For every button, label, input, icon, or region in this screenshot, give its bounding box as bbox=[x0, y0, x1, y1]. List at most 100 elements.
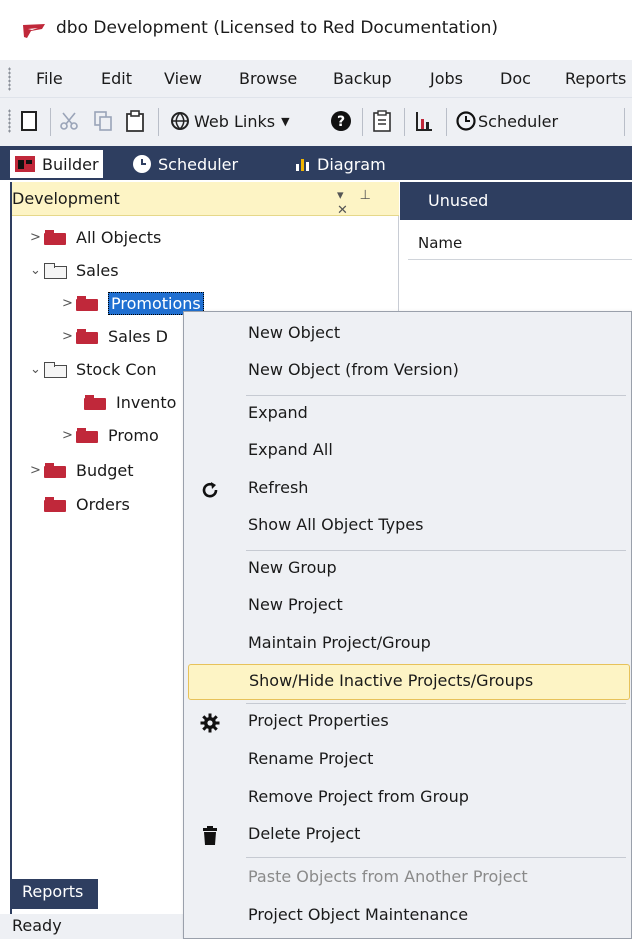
reports-tab[interactable]: Reports bbox=[12, 879, 98, 909]
folder-icon bbox=[84, 394, 106, 410]
menu-jobs[interactable]: Jobs bbox=[430, 69, 463, 88]
menu-item-refresh[interactable]: Refresh bbox=[188, 472, 628, 506]
menu-item-new-project[interactable]: New Project bbox=[188, 589, 628, 623]
menu-item-project-object-maintenance[interactable]: Project Object Maintenance bbox=[188, 899, 628, 933]
menu-item-delete-project[interactable]: Delete Project bbox=[188, 818, 628, 852]
menu-item-new-group[interactable]: New Group bbox=[188, 552, 628, 586]
menu-item-label: Project Properties bbox=[248, 711, 389, 730]
tree-item-inventory[interactable]: Invento bbox=[84, 387, 176, 417]
menu-item-expand[interactable]: Expand bbox=[188, 397, 628, 431]
web-links-button[interactable]: Web Links ▼ bbox=[170, 106, 290, 136]
scissors-icon bbox=[60, 112, 78, 130]
menu-item-new-object-from-version[interactable]: New Object (from Version) bbox=[188, 354, 628, 388]
menu-file[interactable]: File bbox=[36, 69, 63, 88]
tree-item-sales[interactable]: ⌄ Sales bbox=[30, 255, 119, 285]
diagram-chart-icon bbox=[296, 159, 309, 171]
chevron-right-icon[interactable]: > bbox=[30, 463, 44, 478]
panel-window-buttons[interactable]: ▾ ⊥ ✕ bbox=[337, 188, 399, 218]
menu-item-expand-all[interactable]: Expand All bbox=[188, 434, 628, 468]
menu-item-label: New Object bbox=[248, 323, 341, 342]
globe-icon bbox=[171, 112, 189, 130]
folder-icon bbox=[44, 462, 66, 478]
name-column-header[interactable]: Name bbox=[408, 230, 632, 260]
menu-item-project-properties[interactable]: Project Properties bbox=[188, 705, 628, 739]
panel-title: Development bbox=[12, 189, 120, 208]
help-icon: ? bbox=[331, 111, 351, 131]
chevron-down-icon[interactable]: ⌄ bbox=[30, 362, 44, 377]
folder-icon bbox=[76, 295, 98, 311]
menu-item-label: Refresh bbox=[248, 478, 309, 497]
tree-item-orders[interactable]: Orders bbox=[44, 489, 130, 519]
menu-item-label: Expand bbox=[248, 403, 308, 422]
toolbar-separator bbox=[158, 108, 159, 136]
menu-item-paste-objects[interactable]: Paste Objects from Another Project bbox=[188, 861, 628, 895]
menu-item-label: Remove Project from Group bbox=[248, 787, 469, 806]
menu-item-rename-project[interactable]: Rename Project bbox=[188, 743, 628, 777]
new-document-button[interactable] bbox=[20, 106, 38, 136]
bar-chart-icon bbox=[416, 112, 432, 131]
menu-item-label: Rename Project bbox=[248, 749, 374, 768]
toolbar-separator bbox=[624, 108, 625, 136]
menu-item-label: New Project bbox=[248, 595, 343, 614]
clipboard-list-button[interactable] bbox=[372, 106, 392, 136]
menu-edit[interactable]: Edit bbox=[101, 69, 132, 88]
unused-panel-header: Unused bbox=[400, 182, 632, 220]
menu-item-remove-project-from-group[interactable]: Remove Project from Group bbox=[188, 781, 628, 815]
tree-item-promo[interactable]: > Promo bbox=[62, 420, 159, 450]
tab-scheduler[interactable]: Scheduler bbox=[132, 150, 238, 178]
scheduler-toolbar-button[interactable]: Scheduler bbox=[456, 106, 558, 136]
tree-item-stock-control[interactable]: ⌄ Stock Con bbox=[30, 354, 156, 384]
menu-doc[interactable]: Doc bbox=[500, 69, 531, 88]
scheduler-label: Scheduler bbox=[478, 111, 559, 131]
dropdown-arrow-icon: ▼ bbox=[281, 114, 290, 128]
help-button[interactable]: ? bbox=[330, 106, 352, 136]
menu-item-label: Delete Project bbox=[248, 824, 361, 843]
chevron-right-icon[interactable]: > bbox=[62, 296, 76, 311]
menu-item-new-object[interactable]: New Object bbox=[188, 317, 628, 351]
folder-icon bbox=[44, 229, 66, 245]
context-menu: New Object New Object (from Version) Exp… bbox=[183, 311, 632, 939]
clipboard-icon bbox=[126, 110, 144, 132]
menu-view[interactable]: View bbox=[164, 69, 202, 88]
copy-button[interactable] bbox=[92, 106, 114, 136]
menu-item-label: New Group bbox=[248, 558, 337, 577]
tree-item-all-objects[interactable]: > All Objects bbox=[30, 222, 161, 252]
status-text: Ready bbox=[12, 916, 62, 935]
chevron-down-icon[interactable]: ⌄ bbox=[30, 263, 44, 278]
menu-item-maintain-project-group[interactable]: Maintain Project/Group bbox=[188, 627, 628, 661]
chart-button[interactable] bbox=[414, 106, 434, 136]
menu-item-label: New Object (from Version) bbox=[248, 360, 459, 379]
menu-item-show-all-object-types[interactable]: Show All Object Types bbox=[188, 509, 628, 543]
toolbar-grip-icon[interactable] bbox=[8, 109, 11, 133]
menu-reports[interactable]: Reports bbox=[565, 69, 626, 88]
tree-item-label: Stock Con bbox=[76, 359, 157, 379]
clock-icon bbox=[456, 111, 476, 131]
folder-open-icon bbox=[44, 361, 67, 378]
tab-builder-label: Builder bbox=[42, 154, 99, 174]
menu-item-label: Maintain Project/Group bbox=[248, 633, 431, 652]
paste-button[interactable] bbox=[124, 106, 146, 136]
tab-builder[interactable]: Builder bbox=[10, 150, 103, 178]
menu-item-show-hide-inactive[interactable]: Show/Hide Inactive Projects/Groups bbox=[188, 664, 630, 700]
gear-icon bbox=[197, 711, 223, 735]
chevron-right-icon[interactable]: > bbox=[62, 329, 76, 344]
tab-scheduler-label: Scheduler bbox=[158, 154, 239, 174]
chevron-right-icon[interactable]: > bbox=[30, 230, 44, 245]
tree-item-budget[interactable]: > Budget bbox=[30, 455, 134, 485]
folder-open-icon bbox=[44, 262, 67, 279]
toolbar: Web Links ▼ ? Scheduler bbox=[0, 98, 632, 146]
menu-backup[interactable]: Backup bbox=[333, 69, 392, 88]
tree-item-sales-d[interactable]: > Sales D bbox=[62, 321, 168, 351]
chevron-right-icon[interactable]: > bbox=[62, 428, 76, 443]
tree-item-label: Orders bbox=[76, 494, 130, 514]
svg-text:?: ? bbox=[337, 114, 345, 130]
panel-header: Development ▾ ⊥ ✕ bbox=[12, 182, 399, 218]
menu-separator bbox=[246, 395, 626, 396]
tree-item-label: Invento bbox=[116, 392, 177, 412]
tree-item-label: Sales D bbox=[108, 326, 168, 346]
menu-browse[interactable]: Browse bbox=[239, 69, 297, 88]
menu-grip-icon[interactable] bbox=[8, 67, 11, 91]
cut-button[interactable] bbox=[58, 106, 80, 136]
tab-diagram[interactable]: Diagram bbox=[295, 150, 386, 178]
tree-item-label: Budget bbox=[76, 460, 134, 480]
